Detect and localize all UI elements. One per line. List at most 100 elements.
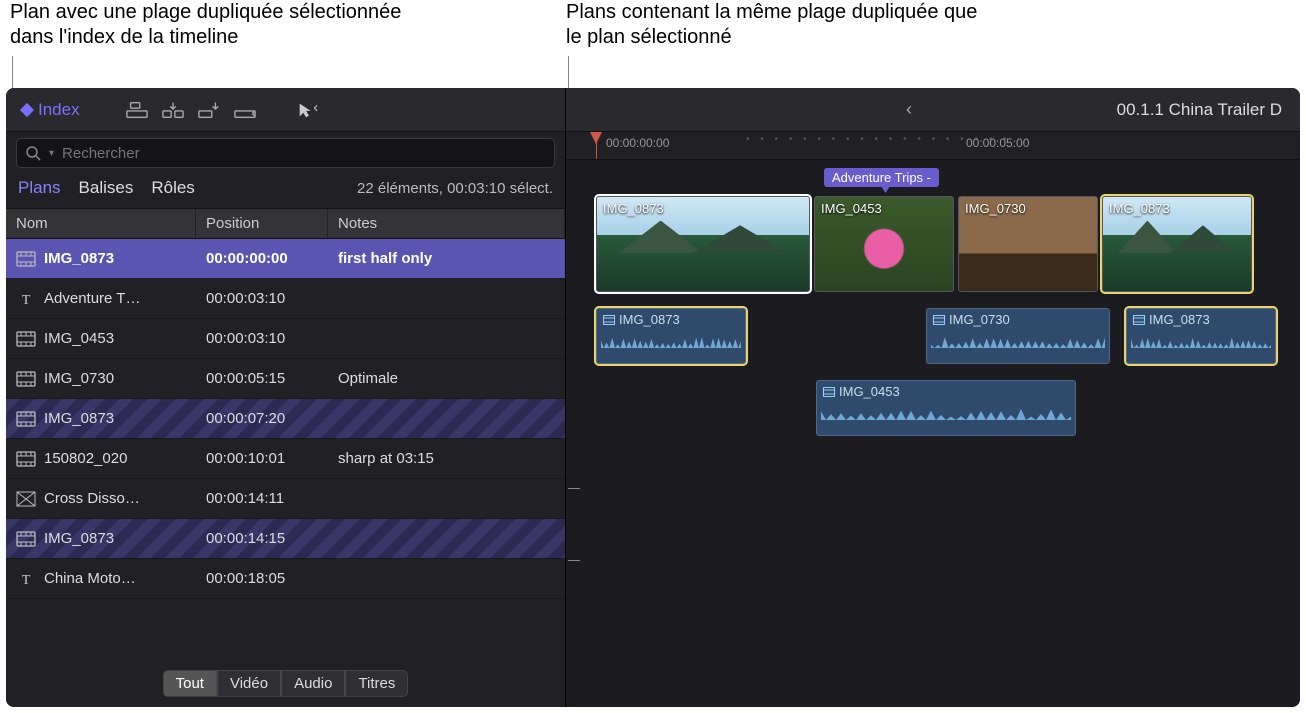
table-row[interactable]: IMG_0873 00:00:00:00first half only: [6, 239, 565, 279]
chevron-down-icon[interactable]: ▾: [49, 148, 54, 159]
filter-all[interactable]: Tout: [163, 670, 217, 697]
row-position: 00:00:05:15: [196, 370, 328, 387]
row-position: 00:00:03:10: [196, 290, 328, 307]
row-notes: first half only: [328, 250, 565, 267]
filter-video[interactable]: Vidéo: [217, 670, 281, 697]
audio-clip[interactable]: IMG_0873: [596, 308, 746, 364]
table-row[interactable]: T China Moto… 00:00:18:05: [6, 559, 565, 599]
video-clip[interactable]: IMG_0730: [958, 196, 1098, 292]
callout-connector-h2: [568, 560, 580, 561]
connected-track-3: IMG_0453: [596, 380, 1300, 440]
timeline-panel: ‹ 00.1.1 China Trailer D 00:00:00:00 • •…: [566, 88, 1300, 707]
row-position: 00:00:07:20: [196, 410, 328, 427]
row-position: 00:00:14:15: [196, 530, 328, 547]
video-clip[interactable]: IMG_0453: [814, 196, 954, 292]
callout-left: Plan avec une plage dupliquée sélectionn…: [10, 0, 440, 50]
row-name: IMG_0453: [44, 330, 114, 347]
connect-clip-icon[interactable]: [126, 101, 148, 119]
callout-right: Plans contenant la même plage dupliquée …: [566, 0, 996, 50]
index-rows: IMG_0873 00:00:00:00first half only T Adven…: [6, 239, 565, 664]
filter-audio[interactable]: Audio: [281, 670, 345, 697]
diamond-icon: [20, 102, 34, 116]
app-window: Index ▾ Plans Balises Rôles 22 éléments,…: [6, 88, 1300, 707]
tab-balises[interactable]: Balises: [79, 178, 134, 198]
row-position: 00:00:18:05: [196, 570, 328, 587]
film-icon: [16, 451, 36, 467]
audio-clip[interactable]: IMG_0453: [816, 380, 1076, 436]
waveform: [931, 337, 1105, 359]
row-name: IMG_0873: [44, 410, 114, 427]
table-row[interactable]: IMG_045300:00:03:10: [6, 319, 565, 359]
timeline-toolbar: ‹ 00.1.1 China Trailer D: [566, 88, 1300, 132]
table-row[interactable]: IMG_0730 00:00:05:15Optimale: [6, 359, 565, 399]
index-button[interactable]: Index: [14, 96, 88, 124]
filter-titles[interactable]: Titres: [345, 670, 408, 697]
title-clip[interactable]: Adventure Trips -: [824, 168, 939, 187]
row-position: 00:00:14:11: [196, 490, 328, 507]
clip-appearance-icons: [126, 101, 256, 119]
search-row: ▾: [6, 132, 565, 174]
append-clip-icon[interactable]: [198, 101, 220, 119]
header-name[interactable]: Nom: [6, 209, 196, 238]
clip-label: IMG_0873: [603, 312, 680, 327]
row-name: 150802_020: [44, 450, 127, 467]
audio-clip[interactable]: IMG_0873: [1126, 308, 1276, 364]
index-toolbar: Index: [6, 88, 565, 132]
row-name: IMG_0730: [44, 370, 114, 387]
svg-text:T: T: [22, 293, 31, 307]
search-input[interactable]: [62, 145, 546, 162]
row-name: IMG_0873: [44, 250, 114, 267]
clip-label: IMG_0873: [1133, 312, 1210, 327]
film-icon: [16, 251, 36, 267]
video-clip[interactable]: IMG_0873: [1102, 196, 1252, 292]
selection-status: 22 éléments, 00:03:10 sélect.: [357, 180, 553, 197]
time-ruler[interactable]: 00:00:00:00 • • • • • • • • • • • • • • …: [566, 132, 1300, 160]
table-row[interactable]: T Adventure T… 00:00:03:10: [6, 279, 565, 319]
primary-storyline: IMG_0873 IMG_0453 IMG_0730 IMG_0873: [596, 196, 1300, 292]
callout-connector-h: [568, 488, 580, 489]
overwrite-clip-icon[interactable]: [234, 101, 256, 119]
timeline-index-panel: Index ▾ Plans Balises Rôles 22 éléments,…: [6, 88, 566, 707]
clip-label: IMG_0873: [603, 201, 664, 216]
history-back-icon[interactable]: ‹: [906, 99, 912, 120]
column-headers: Nom Position Notes: [6, 208, 565, 239]
tab-roles[interactable]: Rôles: [151, 178, 194, 198]
film-icon: [16, 331, 36, 347]
text-icon: T: [16, 291, 36, 307]
row-notes: Optimale: [328, 370, 565, 387]
clip-label: IMG_0730: [933, 312, 1010, 327]
clip-label: IMG_0453: [821, 201, 882, 216]
insert-clip-icon[interactable]: [162, 101, 184, 119]
video-clip[interactable]: IMG_0873: [596, 196, 810, 292]
playhead[interactable]: [596, 132, 597, 159]
search-icon: [25, 145, 41, 161]
table-row[interactable]: Cross Disso…00:00:14:11: [6, 479, 565, 519]
row-position: 00:00:00:00: [196, 250, 328, 267]
pointer-tool-icon[interactable]: [296, 101, 318, 119]
row-name: IMG_0873: [44, 530, 114, 547]
film-icon: [16, 371, 36, 387]
ruler-tick-0: 00:00:00:00: [606, 136, 669, 150]
index-button-label: Index: [38, 100, 80, 120]
project-title: 00.1.1 China Trailer D: [1117, 100, 1282, 120]
svg-text:T: T: [22, 573, 31, 587]
tab-plans[interactable]: Plans: [18, 178, 61, 198]
row-position: 00:00:10:01: [196, 450, 328, 467]
film-icon: [16, 531, 36, 547]
table-row[interactable]: IMG_0873 00:00:07:20: [6, 399, 565, 439]
audio-clip[interactable]: IMG_0730: [926, 308, 1110, 364]
clip-label: IMG_0453: [823, 384, 900, 399]
timeline-body[interactable]: Adventure Trips - IMG_0873 IMG_0453 IMG_07…: [566, 160, 1300, 707]
header-position[interactable]: Position: [196, 209, 328, 238]
search-box[interactable]: ▾: [16, 138, 555, 168]
row-name: Adventure T…: [44, 290, 140, 307]
clip-label: IMG_0730: [965, 201, 1026, 216]
row-name: China Moto…: [44, 570, 136, 587]
table-row[interactable]: 150802_02000:00:10:01sharp at 03:15: [6, 439, 565, 479]
table-row[interactable]: IMG_0873 00:00:14:15: [6, 519, 565, 559]
text-icon: T: [16, 571, 36, 587]
waveform: [1131, 337, 1271, 359]
waveform: [601, 337, 741, 359]
header-notes[interactable]: Notes: [328, 209, 565, 238]
filter-bar: Tout Vidéo Audio Titres: [6, 664, 565, 707]
